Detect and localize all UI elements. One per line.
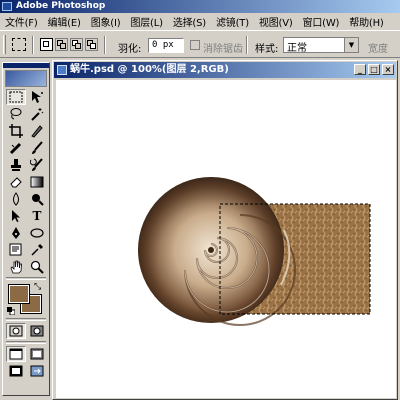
toolbox-divider	[6, 341, 46, 344]
window-controls: _ □ ×	[354, 64, 394, 75]
hand-tool-icon[interactable]	[6, 259, 26, 275]
style-select-value: 正常	[287, 43, 307, 54]
ellipse-shape-tool-icon[interactable]	[27, 225, 47, 241]
minimize-button[interactable]: _	[354, 64, 366, 75]
menu-help[interactable]: 帮助(H)	[344, 14, 388, 29]
color-swatches: ⤡	[6, 282, 46, 316]
brush-tool-icon[interactable]	[27, 140, 47, 156]
antialias-label: 消除锯齿	[203, 44, 243, 55]
intersect-selection-mode-button[interactable]	[85, 38, 98, 51]
menu-layer[interactable]: 图层(L)	[125, 14, 167, 29]
close-button[interactable]: ×	[382, 64, 394, 75]
menu-edit[interactable]: 编辑(E)	[43, 14, 86, 29]
style-label: 样式:	[255, 44, 279, 55]
full-screen-mode-icon[interactable]	[6, 363, 26, 379]
full-screen-menu-mode-icon[interactable]	[27, 346, 47, 362]
slice-tool-icon[interactable]	[27, 123, 47, 139]
mode-grid	[3, 322, 49, 340]
add-selection-mode-button[interactable]	[55, 38, 68, 51]
type-tool-icon[interactable]: T	[27, 208, 47, 224]
eyedropper-tool-icon[interactable]	[27, 242, 47, 258]
menu-file[interactable]: 文件(F)	[0, 14, 43, 29]
blur-tool-icon[interactable]	[6, 191, 26, 207]
burn-tool-icon[interactable]	[27, 191, 47, 207]
lasso-tool-icon[interactable]	[6, 106, 26, 122]
feather-label: 羽化:	[118, 44, 142, 55]
standard-mode-icon[interactable]	[6, 323, 26, 339]
document-titlebar[interactable]: 蜗牛.psd @ 100%(图层 2,RGB) _ □ ×	[54, 62, 396, 78]
divider	[104, 36, 106, 54]
gradient-tool-icon[interactable]	[27, 174, 47, 190]
pen-tool-icon[interactable]	[6, 225, 26, 241]
healing-brush-tool-icon[interactable]	[6, 140, 26, 156]
jump-to-imageready-icon[interactable]	[27, 363, 47, 379]
snail-artwork	[138, 177, 371, 326]
app-title: Adobe Photoshop	[16, 1, 106, 11]
toolbox: T ⤡	[2, 62, 50, 396]
default-colors-icon[interactable]	[7, 307, 16, 316]
photoshop-app-icon	[2, 2, 12, 11]
feather-input[interactable]: 0 px	[148, 38, 184, 53]
style-select[interactable]: 正常 ▼	[283, 37, 359, 54]
swap-colors-icon[interactable]: ⤡	[34, 282, 41, 292]
tool-grid: T	[3, 88, 49, 276]
document-icon	[57, 65, 67, 75]
clone-stamp-tool-icon[interactable]	[6, 157, 26, 173]
foreground-color-swatch[interactable]	[8, 284, 30, 304]
magic-wand-tool-icon[interactable]	[27, 106, 47, 122]
menu-filter[interactable]: 滤镜(T)	[211, 14, 254, 29]
document-title: 蜗牛.psd @ 100%(图层 2,RGB)	[70, 64, 229, 75]
quick-mask-mode-icon[interactable]	[27, 323, 47, 339]
menubar: 文件(F) 编辑(E) 图象(I) 图层(L) 选择(S) 滤镜(T) 视图(V…	[0, 13, 400, 30]
rectangular-marquee-icon[interactable]	[12, 38, 26, 51]
divider	[32, 36, 34, 54]
menu-select[interactable]: 选择(S)	[168, 14, 211, 29]
options-bar: 羽化: 0 px 消除锯齿 样式: 正常 ▼ 宽度	[0, 30, 400, 58]
menu-window[interactable]: 窗口(W)	[298, 14, 345, 29]
menu-image[interactable]: 图象(I)	[86, 14, 126, 29]
new-selection-mode-button[interactable]	[40, 38, 53, 51]
maximize-button[interactable]: □	[368, 64, 380, 75]
subtract-selection-mode-button[interactable]	[70, 38, 83, 51]
toolbox-divider	[6, 277, 46, 280]
history-brush-tool-icon[interactable]	[27, 157, 47, 173]
crop-tool-icon[interactable]	[6, 123, 26, 139]
menu-view[interactable]: 视图(V)	[254, 14, 298, 29]
eraser-tool-icon[interactable]	[6, 174, 26, 190]
toolbox-titlebar[interactable]	[3, 63, 49, 68]
screen-mode-grid	[3, 345, 49, 380]
notes-tool-icon[interactable]	[6, 242, 26, 258]
move-tool-icon[interactable]	[27, 89, 47, 105]
app-titlebar: Adobe Photoshop	[0, 0, 400, 13]
standard-screen-mode-icon[interactable]	[6, 346, 26, 362]
marquee-tool-icon[interactable]	[6, 89, 26, 105]
width-label: 宽度	[368, 44, 388, 55]
antialias-checkbox[interactable]	[190, 40, 200, 50]
divider	[246, 36, 248, 54]
zoom-tool-icon[interactable]	[27, 259, 47, 275]
photoshop-logo-icon[interactable]	[5, 70, 47, 87]
path-selection-tool-icon[interactable]	[6, 208, 26, 224]
options-bar-grip[interactable]	[3, 35, 6, 54]
document-window: 蜗牛.psd @ 100%(图层 2,RGB) _ □ ×	[52, 60, 398, 400]
image-canvas[interactable]	[56, 80, 396, 398]
toolbox-divider	[6, 318, 46, 321]
chevron-down-icon[interactable]: ▼	[344, 38, 358, 52]
